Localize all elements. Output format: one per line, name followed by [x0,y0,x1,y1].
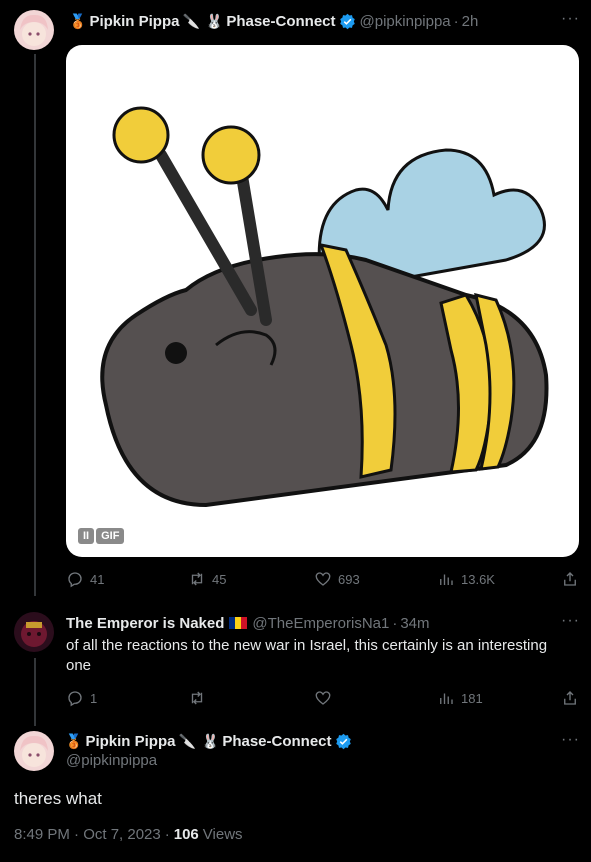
share-button[interactable] [561,570,579,588]
more-icon[interactable]: ··· [561,731,580,749]
knife-icon: 🔪 [178,732,196,749]
like-count: 693 [338,571,360,587]
more-icon[interactable]: ··· [561,10,580,28]
retweet-icon [191,572,203,586]
rabbit-icon: 🐰 [201,732,220,749]
reply-button[interactable]: 1 [66,689,97,707]
tweet-header: The Emperor is Naked @TheEmperorisNa1 · … [66,613,430,633]
display-name[interactable]: The Emperor is Naked [66,615,224,632]
medal-icon: 🥉 [69,12,87,29]
medal-icon: 🥉 [65,732,83,749]
timestamp[interactable]: 34m [400,615,429,632]
separator-dot: · [453,12,459,30]
views-button[interactable]: 13.6K [437,570,495,588]
display-name[interactable]: Pipkin Pippa [85,733,175,750]
retweet-icon [191,691,203,705]
heart-icon [315,691,331,705]
tweet-header: 🥉 Pipkin Pippa 🔪 🐰 Phase-Connect [62,731,352,751]
more-icon[interactable]: ··· [561,612,580,630]
gif-media[interactable]: II GIF [66,45,579,557]
views-icon [440,574,453,585]
avatar[interactable] [14,612,54,652]
romania-flag-icon [229,617,248,629]
avatar[interactable] [14,10,54,50]
retweet-count: 45 [212,571,227,587]
retweet-button[interactable] [188,689,212,707]
like-button[interactable] [314,689,338,707]
views-button[interactable]: 181 [437,689,483,707]
reply-icon [68,572,82,588]
gif-label: GIF [96,528,125,544]
tweet-text: theres what [14,789,102,808]
verified-badge-icon [335,733,351,749]
views-count: 106 [173,826,199,843]
tweet-text: of all the reactions to the new war in I… [66,637,548,674]
views-count: 13.6K [461,571,495,587]
tweet-meta: 8:49 PM · Oct 7, 2023 · 106 Views [14,826,243,843]
avatar[interactable] [14,731,54,771]
thread-line [34,658,36,726]
tweet-header: 🥉 Pipkin Pippa 🔪 🐰 Phase-Connect @pipkin… [66,11,478,31]
separator-dot: · [392,614,398,632]
views-icon [440,693,453,704]
like-button[interactable]: 693 [314,570,360,588]
share-icon [564,572,576,586]
reply-button[interactable]: 41 [66,570,104,588]
timestamp[interactable]: 2h [462,13,479,30]
share-button[interactable] [561,689,579,707]
reply-count: 41 [90,571,105,587]
handle[interactable]: @pipkinpippa [66,752,157,769]
knife-icon: 🔪 [182,12,200,29]
retweet-button[interactable]: 45 [188,570,226,588]
thread-line [34,54,36,596]
affiliation-name[interactable]: Phase-Connect [226,13,335,30]
heart-icon [315,572,331,586]
pause-icon[interactable]: II [78,528,95,544]
bee-illustration [100,106,549,508]
rabbit-icon: 🐰 [205,12,224,29]
share-icon [564,691,576,705]
views-count: 181 [461,690,483,706]
post-timestamp[interactable]: 8:49 PM · Oct 7, 2023 [14,826,161,843]
display-name[interactable]: Pipkin Pippa [89,13,179,30]
handle[interactable]: @pipkinpippa [360,13,451,30]
views-label: Views [202,826,243,843]
handle[interactable]: @TheEmperorisNa1 [252,615,389,632]
reply-icon [68,691,82,707]
separator-dot: · [164,826,170,843]
affiliation-name[interactable]: Phase-Connect [222,733,331,750]
verified-badge-icon [339,13,355,29]
gif-badge[interactable]: II GIF [78,528,125,544]
reply-count: 1 [90,690,98,706]
